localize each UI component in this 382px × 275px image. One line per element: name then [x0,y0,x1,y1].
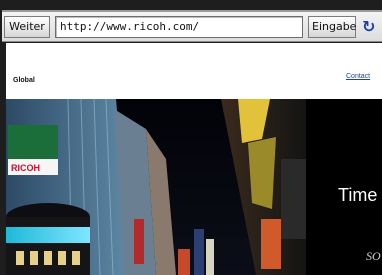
back-button[interactable]: Weiter [4,16,50,38]
global-label[interactable]: Global [13,77,35,84]
reload-icon[interactable]: ↻ [362,15,382,39]
browser-toolbar: Weiter http://www.ricoh.com/ Eingabe ↻ [2,10,382,42]
page-header: Global Contact [6,43,382,99]
hero-subtitle: SO [366,249,381,263]
ricoh-sign: RICOH [11,163,40,173]
go-button[interactable]: Eingabe [308,16,356,38]
url-input[interactable]: http://www.ricoh.com/ [55,16,303,38]
hero-image: RICOH Time SO [6,99,382,275]
contact-link[interactable]: Contact [346,73,370,80]
hero-title: Time [338,185,378,205]
